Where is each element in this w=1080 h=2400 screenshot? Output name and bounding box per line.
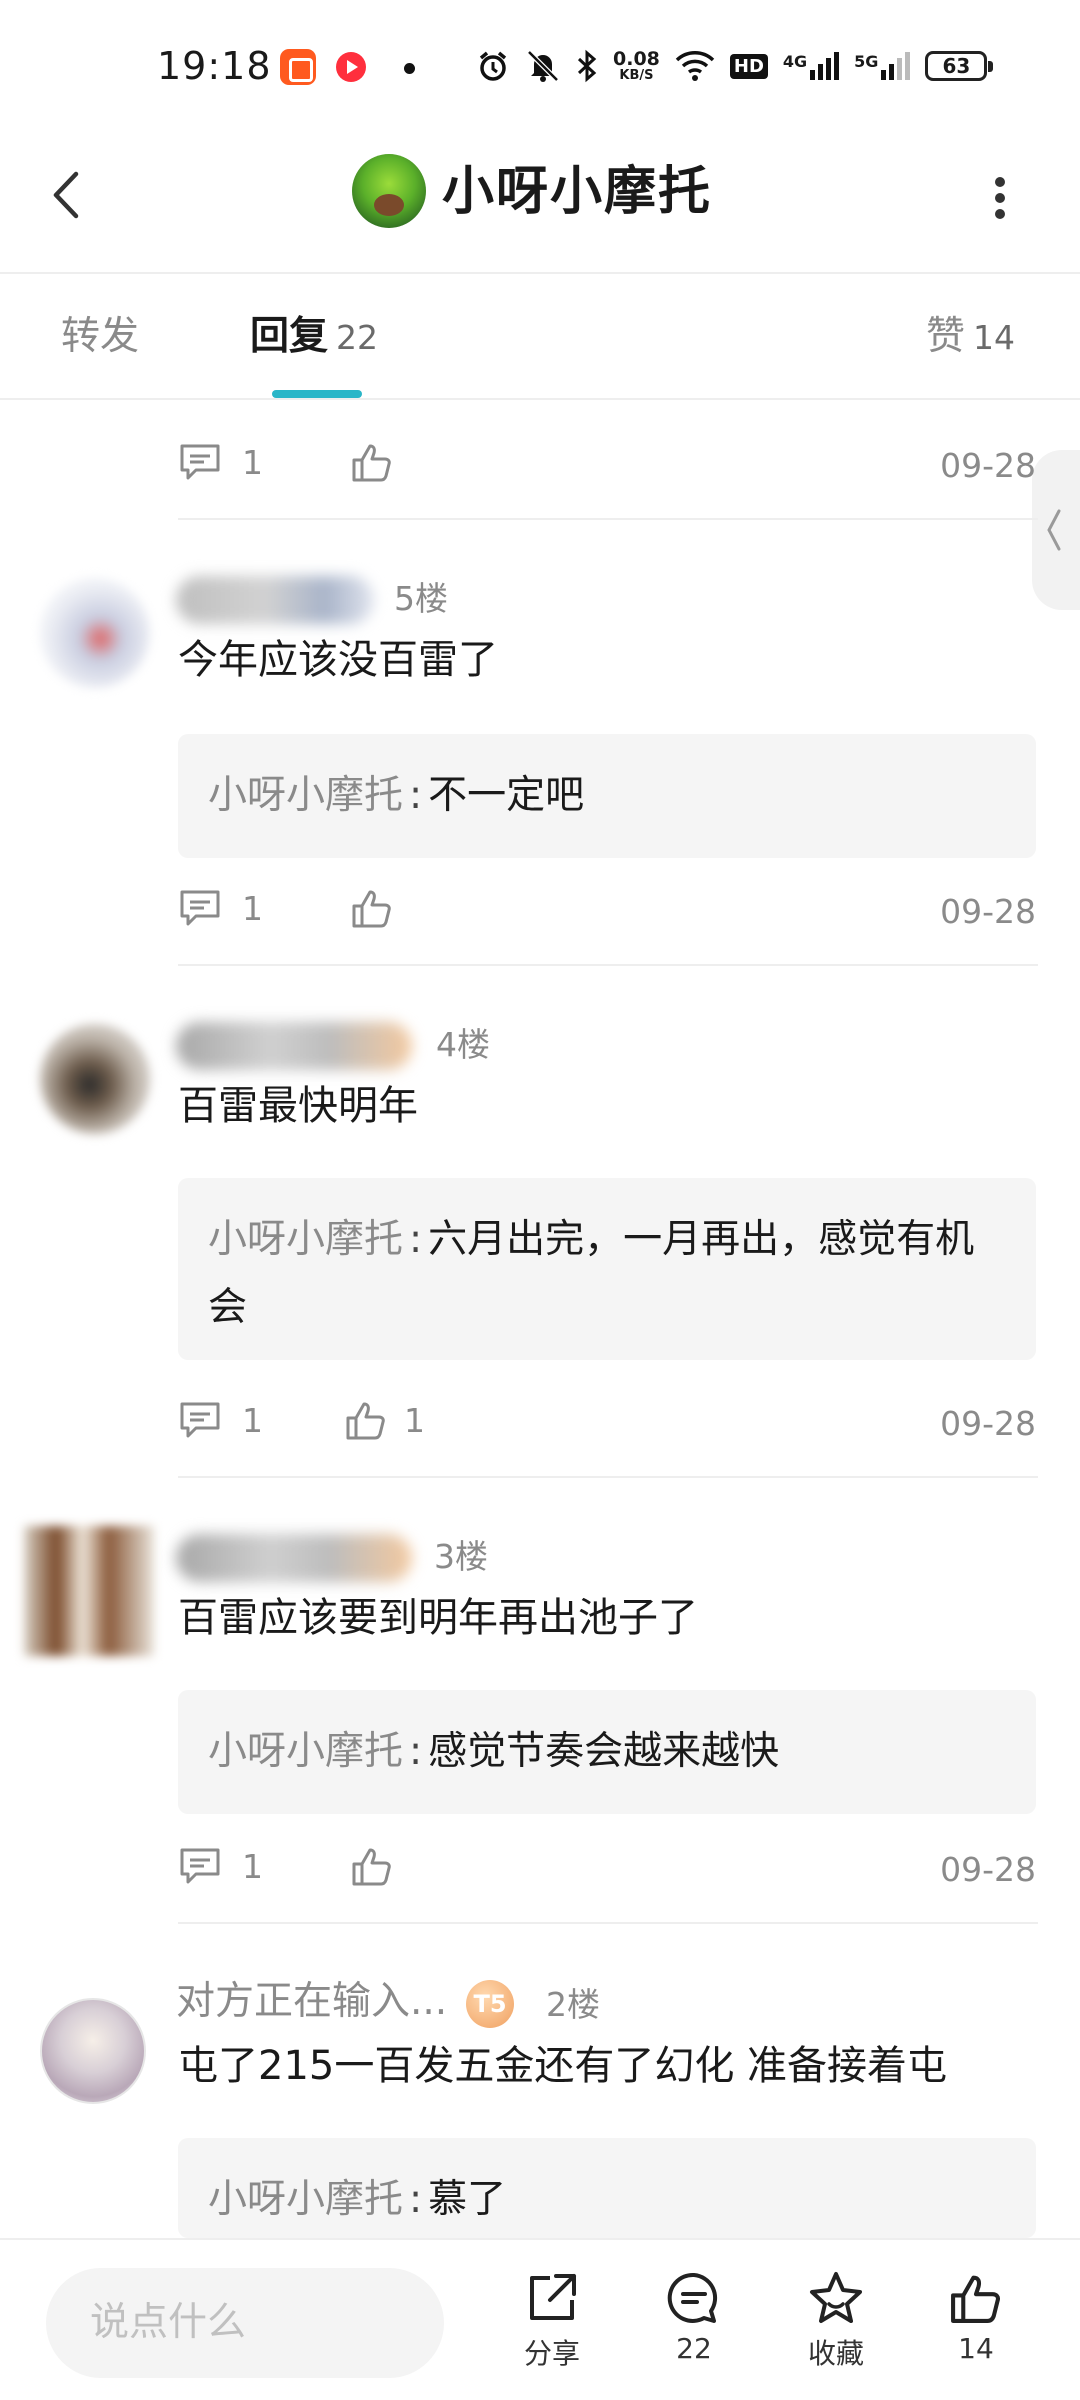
status-time: 19:18 — [157, 44, 272, 88]
username-blurred[interactable] — [176, 576, 374, 624]
thumbs-up-icon — [352, 890, 391, 928]
comment-count-button[interactable]: 22 — [644, 2270, 744, 2365]
thumbs-up-icon — [352, 444, 391, 482]
avatar[interactable] — [40, 578, 150, 688]
comment-actions: 1 1 09-28 — [178, 1390, 1036, 1450]
reply-preview[interactable]: 小呀小摩托: 不一定吧 — [178, 734, 1036, 858]
comment-bubble-icon — [667, 2272, 718, 2323]
hd-voice-icon: HD — [729, 53, 768, 79]
star-icon — [810, 2272, 862, 2323]
back-button[interactable] — [40, 160, 90, 230]
side-drawer-handle[interactable] — [1032, 450, 1080, 610]
thumbs-up-icon — [346, 1402, 385, 1440]
avatar[interactable] — [40, 1998, 146, 2104]
alarm-icon — [479, 51, 507, 81]
author-avatar[interactable] — [352, 154, 426, 228]
thumbs-up-icon — [352, 1848, 391, 1886]
comment-actions: 1 09-28 — [178, 1836, 1036, 1896]
comment-date: 09-28 — [940, 1404, 1036, 1443]
reply-count: 22 — [336, 318, 379, 357]
comment-text: 百雷最快明年 — [178, 1083, 418, 1129]
username[interactable]: 对方正在输入... — [176, 1974, 447, 2030]
reply-preview[interactable]: 小呀小摩托: 六月出完，一月再出，感觉有机会 — [178, 1178, 1036, 1360]
comment-input[interactable]: 说点什么 — [46, 2268, 444, 2378]
chevron-left-icon — [1047, 509, 1061, 551]
divider — [178, 1476, 1038, 1478]
tab-repost[interactable]: 转发 — [61, 312, 139, 362]
network-speed: 0.08 KB/S — [613, 47, 660, 83]
floor-number: 4楼 — [436, 1025, 490, 1064]
reply-button[interactable]: 1 — [178, 1400, 263, 1440]
like-button[interactable]: 1 — [344, 1398, 425, 1442]
like-button[interactable] — [350, 440, 410, 484]
comment-text: 屯了215一百发五金还有了幻化 准备接着屯 — [178, 2043, 948, 2089]
comment-icon — [180, 890, 220, 926]
comment-date: 09-28 — [940, 1850, 1036, 1889]
comment-icon — [180, 1848, 220, 1884]
divider — [178, 518, 1038, 520]
more-vertical-icon — [995, 177, 1005, 219]
favorite-button[interactable]: 收藏 — [786, 2270, 886, 2372]
like-post-button[interactable]: 14 — [926, 2270, 1026, 2365]
comment-icon — [180, 1402, 220, 1438]
floor-number: 3楼 — [434, 1537, 488, 1576]
active-tab-indicator — [272, 390, 362, 398]
comment-actions: 1 09-28 — [178, 432, 1036, 492]
comment-date: 09-28 — [940, 446, 1036, 485]
comment-date: 09-28 — [940, 892, 1036, 931]
divider — [178, 964, 1038, 966]
reply-button[interactable]: 1 — [178, 888, 263, 928]
chevron-left-icon — [53, 171, 79, 219]
like-button[interactable] — [350, 886, 410, 930]
share-icon — [530, 2274, 576, 2320]
share-button[interactable]: 分享 — [502, 2270, 602, 2372]
username-blurred[interactable] — [176, 1022, 412, 1070]
bottom-action-bar: 说点什么 分享 22 收藏 14 — [0, 2238, 1080, 2400]
more-options-button[interactable] — [980, 168, 1020, 228]
divider — [178, 1922, 1038, 1924]
title-bar: 小呀小摩托 — [0, 120, 1080, 274]
comment-actions: 1 09-28 — [178, 878, 1036, 938]
like-button[interactable] — [350, 1844, 410, 1888]
reply-button[interactable]: 1 — [178, 1846, 263, 1886]
video-app-notification-icon — [336, 52, 366, 82]
reply-button[interactable]: 1 — [178, 442, 263, 482]
comment-text: 今年应该没百雷了 — [178, 637, 498, 683]
app-notification-icon — [280, 49, 316, 85]
comment-text: 百雷应该要到明年再出池子了 — [178, 1595, 698, 1641]
battery-icon: 63 — [925, 51, 994, 81]
mute-icon — [527, 50, 559, 82]
comment-icon — [180, 444, 220, 480]
like-count: 14 — [973, 318, 1016, 357]
signal-5g-icon: 5G — [854, 52, 911, 80]
level-badge: T5 — [466, 1980, 514, 2028]
reply-preview[interactable]: 小呀小摩托: 慕了 — [178, 2138, 1036, 2238]
signal-4g-icon: 4G — [783, 52, 840, 80]
avatar[interactable] — [40, 1024, 150, 1134]
status-bar: 19:18 0.08 KB/S HD 4G 5G 63 — [0, 0, 1080, 120]
tab-like[interactable]: 赞 14 — [926, 312, 1015, 363]
wifi-icon — [675, 51, 715, 81]
bluetooth-icon — [577, 49, 597, 83]
more-notifications-dot-icon — [404, 63, 415, 74]
reply-preview[interactable]: 小呀小摩托: 感觉节奏会越来越快 — [178, 1690, 1036, 1814]
thumbs-up-icon — [951, 2275, 1000, 2323]
floor-number: 5楼 — [394, 579, 448, 618]
avatar[interactable] — [24, 1526, 154, 1656]
tab-bar: 转发 回复 22 赞 14 — [0, 274, 1080, 400]
floor-number: 2楼 — [546, 1985, 600, 2024]
page-title: 小呀小摩托 — [442, 162, 713, 222]
username-blurred[interactable] — [176, 1534, 412, 1582]
tab-reply[interactable]: 回复 22 — [250, 312, 378, 363]
system-icons: 0.08 KB/S HD 4G 5G 63 — [476, 44, 994, 88]
